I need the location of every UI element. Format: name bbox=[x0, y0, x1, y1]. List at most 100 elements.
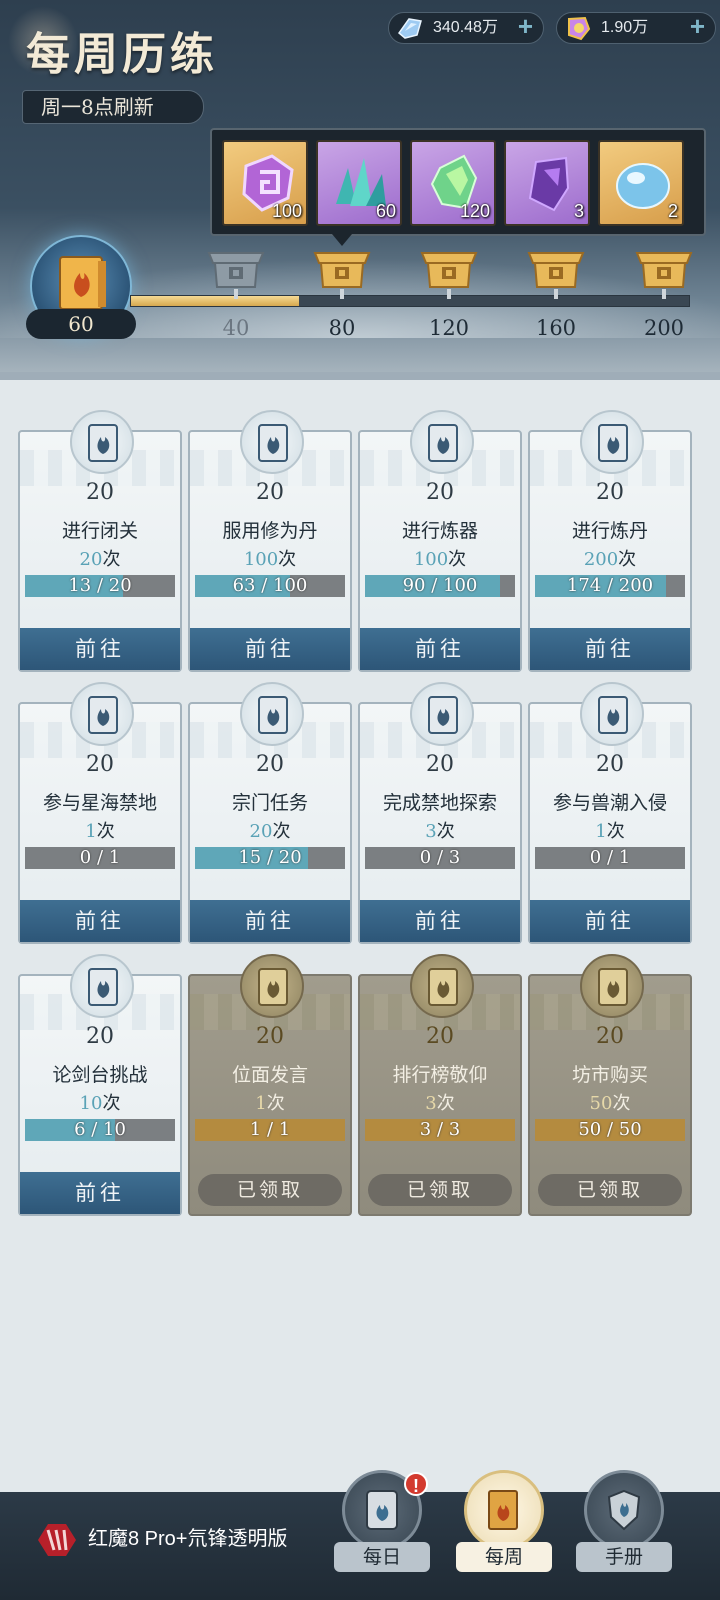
reward-item[interactable]: 100 bbox=[222, 140, 308, 226]
task-target-count: 1 bbox=[85, 821, 97, 842]
task-target-count: 100 bbox=[413, 549, 449, 570]
reward-item[interactable]: 60 bbox=[316, 140, 402, 226]
tab-weekly[interactable]: 每周 bbox=[456, 1470, 552, 1594]
current-points: 60 bbox=[26, 309, 136, 339]
go-button[interactable]: 前往 bbox=[190, 628, 350, 670]
task-target: 1次 bbox=[190, 1089, 350, 1115]
task-progress-label: 3 / 3 bbox=[419, 1119, 461, 1140]
add-spirit-stone-button[interactable]: + bbox=[518, 11, 533, 41]
scroll-flame-icon bbox=[88, 424, 118, 462]
task-progress-bar: 15 / 20 bbox=[195, 847, 345, 869]
reward-preview-popup: 100 60 120 3 2 bbox=[210, 128, 706, 246]
go-button[interactable]: 前往 bbox=[530, 628, 690, 670]
milestone-chest-icon[interactable] bbox=[525, 247, 587, 293]
task-name: 进行闭关 bbox=[61, 520, 138, 542]
task-icon bbox=[240, 954, 304, 1018]
task-card: 20 完成禁地探索 3次 0 / 3 前往 bbox=[358, 682, 522, 944]
reward-qty: 2 bbox=[667, 201, 678, 221]
task-card: 20 参与星海禁地 1次 0 / 1 前往 bbox=[18, 682, 182, 944]
reward-item[interactable]: 2 bbox=[598, 140, 684, 226]
go-button[interactable]: 前往 bbox=[360, 900, 520, 942]
task-progress-bar: 63 / 100 bbox=[195, 575, 345, 597]
task-target-unit: 次 bbox=[96, 821, 115, 842]
milestone-chest-icon[interactable] bbox=[418, 247, 480, 293]
task-card: 20 宗门任务 20次 15 / 20 前往 bbox=[188, 682, 352, 944]
task-progress-label: 50 / 50 bbox=[578, 1119, 642, 1140]
task-card: 20 坊市购买 50次 50 / 50 已领取 bbox=[528, 954, 692, 1216]
scroll-flame-icon bbox=[258, 424, 288, 462]
task-name: 位面发言 bbox=[231, 1064, 308, 1086]
go-button[interactable]: 前往 bbox=[20, 628, 180, 670]
task-progress-label: 90 / 100 bbox=[402, 575, 478, 596]
task-points: 20 bbox=[596, 480, 624, 505]
task-target: 50次 bbox=[530, 1089, 690, 1115]
book-flame-icon bbox=[488, 1490, 518, 1530]
task-progress-label: 0 / 3 bbox=[419, 847, 461, 868]
task-points: 20 bbox=[256, 1024, 284, 1049]
scroll-flame-icon bbox=[258, 968, 288, 1006]
task-target: 100次 bbox=[360, 545, 520, 571]
task-points: 20 bbox=[86, 480, 114, 505]
task-target-count: 20 bbox=[249, 821, 273, 842]
task-target-unit: 次 bbox=[102, 549, 121, 570]
scroll-flame-icon bbox=[88, 696, 118, 734]
device-label-text: 红魔8 Pro+氘锋透明版 bbox=[88, 1528, 288, 1550]
weekly-tab-disc bbox=[464, 1470, 544, 1550]
task-name: 服用修为丹 bbox=[222, 520, 318, 542]
task-target-unit: 次 bbox=[278, 549, 297, 570]
task-name: 参与星海禁地 bbox=[42, 792, 157, 814]
task-card: 20 进行闭关 20次 13 / 20 前往 bbox=[18, 410, 182, 672]
reward-item[interactable]: 120 bbox=[410, 140, 496, 226]
milestone-label: 160 bbox=[535, 316, 577, 340]
page-title: 每周历练 bbox=[26, 29, 218, 80]
milestone-chest-icon[interactable] bbox=[205, 247, 267, 293]
task-progress-label: 6 / 10 bbox=[74, 1119, 126, 1140]
weekly-progress-fill bbox=[131, 296, 299, 306]
milestone-label: 40 bbox=[222, 316, 250, 340]
task-points: 20 bbox=[426, 1024, 454, 1049]
milestone-chest-icon[interactable] bbox=[633, 247, 695, 293]
task-target-unit: 次 bbox=[272, 821, 291, 842]
task-name: 参与兽潮入侵 bbox=[552, 792, 667, 814]
task-progress-label: 0 / 1 bbox=[589, 847, 631, 868]
task-target-count: 1 bbox=[255, 1093, 267, 1114]
tab-weekly-label: 每周 bbox=[456, 1542, 552, 1572]
go-button[interactable]: 前往 bbox=[530, 900, 690, 942]
scroll-flame-icon bbox=[88, 968, 118, 1006]
task-progress-bar: 90 / 100 bbox=[365, 575, 515, 597]
tab-daily-label: 每日 bbox=[334, 1542, 430, 1572]
go-button[interactable]: 前往 bbox=[20, 1172, 180, 1214]
handbook-tab-disc bbox=[584, 1470, 664, 1550]
go-button[interactable]: 前往 bbox=[20, 900, 180, 942]
task-target-unit: 次 bbox=[618, 549, 637, 570]
tab-handbook[interactable]: 手册 bbox=[576, 1470, 672, 1594]
scroll-flame-icon bbox=[258, 696, 288, 734]
task-icon bbox=[410, 954, 474, 1018]
task-target: 3次 bbox=[360, 1089, 520, 1115]
add-token-button[interactable]: + bbox=[690, 11, 705, 41]
book-flame-icon bbox=[59, 256, 106, 310]
task-progress-bar: 174 / 200 bbox=[535, 575, 685, 597]
task-card: 20 位面发言 1次 1 / 1 已领取 bbox=[188, 954, 352, 1216]
currency-token: 1.90万 + bbox=[556, 11, 716, 44]
currency-spirit-stone: 340.48万 + bbox=[388, 11, 544, 44]
go-button[interactable]: 前往 bbox=[190, 900, 350, 942]
reward-qty: 120 bbox=[459, 201, 490, 221]
task-points: 20 bbox=[426, 752, 454, 777]
milestone-chest-icon[interactable] bbox=[311, 247, 373, 293]
task-target-unit: 次 bbox=[448, 549, 467, 570]
task-points: 20 bbox=[596, 1024, 624, 1049]
scroll-flame-icon bbox=[366, 1490, 398, 1530]
milestone-label: 80 bbox=[328, 316, 356, 340]
scroll-flame-icon bbox=[428, 696, 458, 734]
task-name: 进行炼丹 bbox=[571, 520, 648, 542]
reward-item[interactable]: 3 bbox=[504, 140, 590, 226]
go-button[interactable]: 前往 bbox=[360, 628, 520, 670]
task-progress-bar: 3 / 3 bbox=[365, 1119, 515, 1141]
task-target-count: 3 bbox=[425, 821, 437, 842]
claimed-button: 已领取 bbox=[538, 1174, 682, 1206]
token-icon bbox=[568, 16, 591, 41]
task-progress-bar: 1 / 1 bbox=[195, 1119, 345, 1141]
task-card: 20 排行榜敬仰 3次 3 / 3 已领取 bbox=[358, 954, 522, 1216]
task-card: 20 进行炼丹 200次 174 / 200 前往 bbox=[528, 410, 692, 672]
